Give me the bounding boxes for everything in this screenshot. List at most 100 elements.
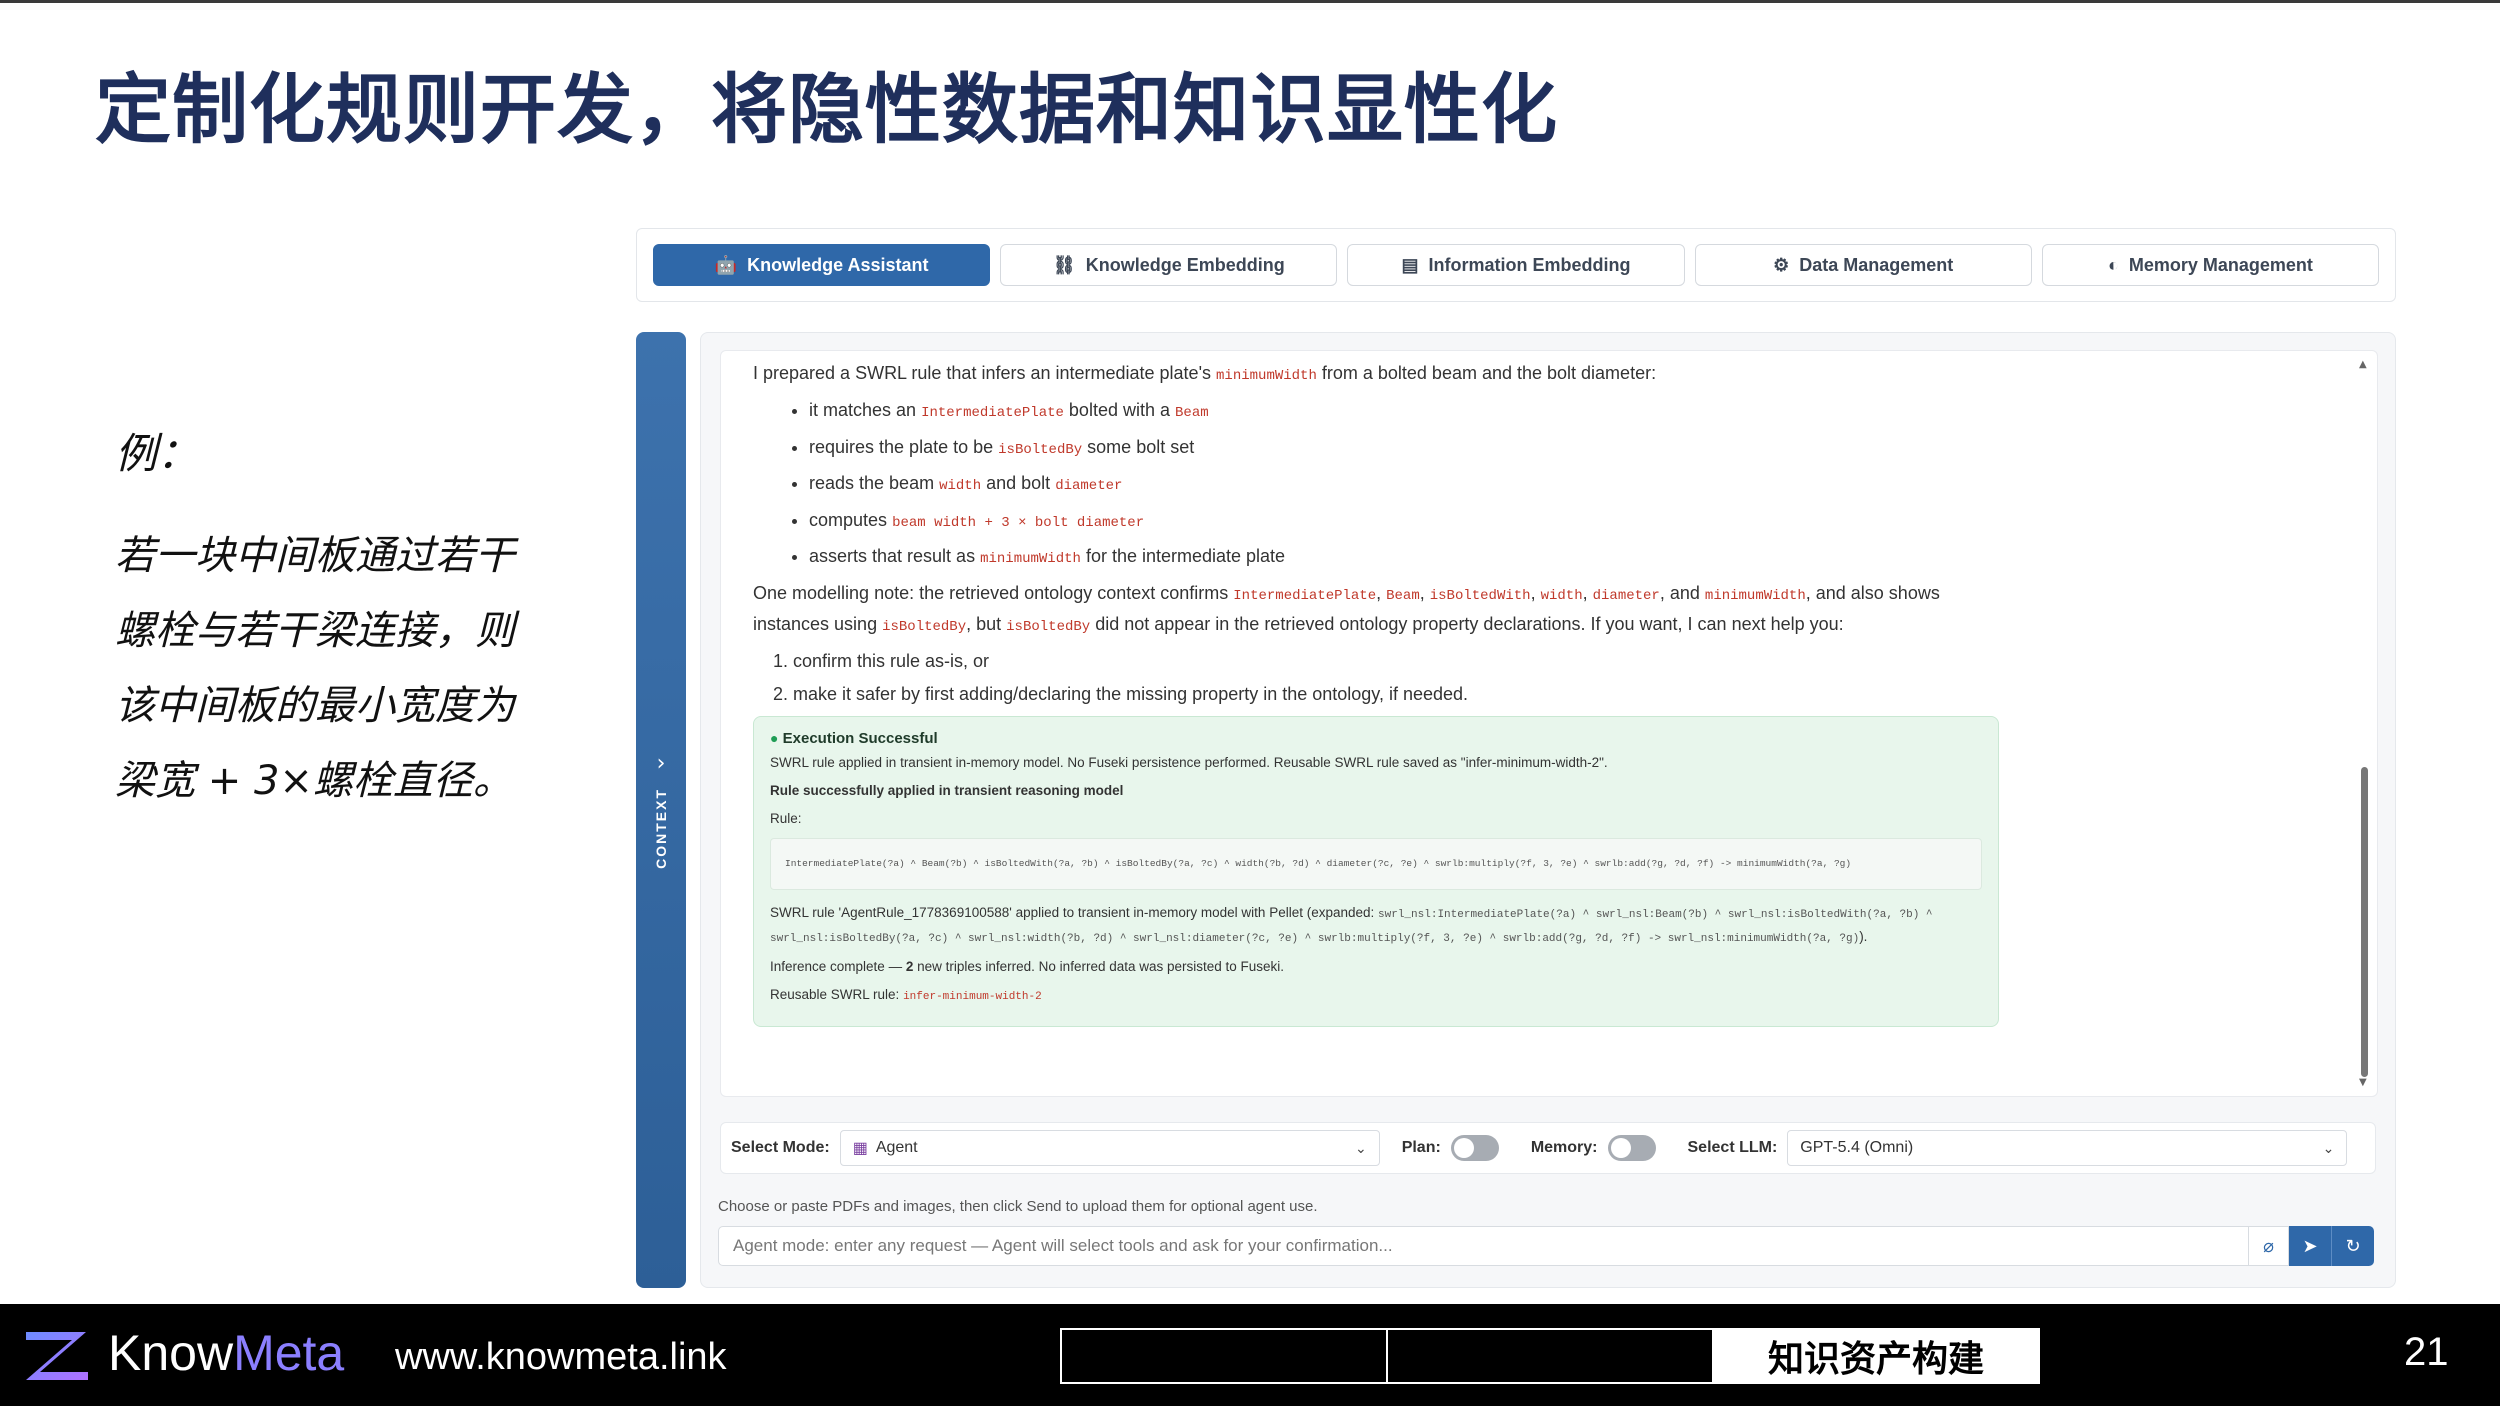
bullet-text: computes bbox=[809, 509, 888, 530]
upload-hint: Choose or paste PDFs and images, then cl… bbox=[718, 1198, 1318, 1215]
context-rail-toggle[interactable]: › CONTEXT bbox=[636, 332, 686, 1288]
rule-label: Rule: bbox=[770, 811, 802, 826]
detail-text: ). bbox=[1859, 929, 1868, 944]
code-term: IntermediatePlate bbox=[1233, 588, 1377, 604]
code-term: isBoltedBy bbox=[998, 441, 1083, 458]
scroll-thumb[interactable] bbox=[2361, 767, 2368, 1077]
note-text: , but bbox=[966, 614, 1002, 634]
plan-label: Plan: bbox=[1401, 1139, 1441, 1156]
note-text: and bbox=[1669, 583, 1700, 603]
paperclip-icon: ⌀ bbox=[2263, 1235, 2274, 1257]
bullet-text: for the intermediate plate bbox=[1085, 546, 1286, 566]
option-list: confirm this rule as-is, or make it safe… bbox=[753, 647, 1993, 708]
tab-label: Memory Management bbox=[2128, 254, 2313, 275]
website-link[interactable]: www.knowmeta.link bbox=[395, 1336, 727, 1379]
brand-know: Know bbox=[108, 1325, 234, 1381]
paper-plane-icon: ➤ bbox=[2302, 1235, 2318, 1257]
section-segment bbox=[1388, 1330, 1714, 1382]
intro-text: I prepared a SWRL rule that infers an in… bbox=[753, 363, 1212, 383]
chevron-right-icon: › bbox=[656, 751, 666, 777]
controls-row: Select Mode: ▦ Agent ⌄ Plan: Memory: Sel… bbox=[720, 1122, 2376, 1174]
agent-icon: ▦ bbox=[852, 1140, 868, 1157]
tab-bar: 🤖 Knowledge Assistant ⛓ Knowledge Embedd… bbox=[636, 228, 2396, 302]
list-item: it matches an IntermediatePlate bolted w… bbox=[809, 396, 1993, 427]
page-number: 21 bbox=[2404, 1330, 2449, 1374]
list-item: computes beam width + 3 × bolt diameter bbox=[809, 506, 1993, 537]
code-term: IntermediatePlate bbox=[921, 405, 1064, 421]
bullet-text: reads the beam bbox=[809, 473, 935, 493]
section-segment bbox=[1062, 1330, 1388, 1382]
example-text: 若一块中间板通过若干 螺栓与若干梁连接，则 该中间板的最小宽度为 梁宽 + 3×… bbox=[115, 519, 575, 819]
inference-text: Inference complete — bbox=[770, 959, 903, 974]
code-term: isBoltedBy bbox=[882, 619, 967, 635]
assistant-message: I prepared a SWRL rule that infers an in… bbox=[753, 359, 1999, 1027]
code-term: Beam bbox=[1175, 405, 1209, 421]
tab-label: Knowledge Assistant bbox=[747, 254, 929, 275]
inference-summary: Inference complete — 2 new triples infer… bbox=[770, 956, 1982, 978]
mode-label: Select Mode: bbox=[731, 1139, 830, 1156]
code-term: diameter bbox=[1592, 588, 1660, 604]
chevron-down-icon: ⌄ bbox=[2322, 1139, 2335, 1156]
send-button[interactable]: ➤ bbox=[2289, 1226, 2331, 1266]
bullet-text: bolted with a bbox=[1068, 400, 1170, 420]
tab-label: Data Management bbox=[1799, 254, 1954, 275]
tab-data-management[interactable]: ⚙ Data Management bbox=[1694, 244, 2032, 286]
rule-bullets: it matches an IntermediatePlate bolted w… bbox=[753, 396, 1993, 573]
mode-value: Agent bbox=[875, 1139, 918, 1156]
memory-toggle[interactable] bbox=[1607, 1135, 1656, 1161]
reusable-rule: Reusable SWRL rule: infer-minimum-width-… bbox=[770, 984, 1982, 1008]
bullet-text: some bolt set bbox=[1087, 436, 1195, 457]
agent-request-input[interactable] bbox=[718, 1226, 2249, 1266]
brand-meta: Meta bbox=[233, 1325, 345, 1381]
brain-icon: ◐ bbox=[2107, 254, 2119, 275]
inferred-count: 2 bbox=[905, 959, 914, 974]
footer: KnowMeta www.knowmeta.link 知识资产构建 21 bbox=[0, 1304, 2500, 1406]
chat-scrollbar[interactable]: ▲ ▼ bbox=[2359, 359, 2369, 1088]
scroll-up-icon[interactable]: ▲ bbox=[2359, 359, 2367, 370]
note-text: One modelling note: the retrieved ontolo… bbox=[753, 583, 1229, 603]
list-item: asserts that result as minimumWidth for … bbox=[809, 542, 1993, 573]
tab-knowledge-assistant[interactable]: 🤖 Knowledge Assistant bbox=[653, 244, 991, 286]
example-label: 例： bbox=[115, 429, 200, 478]
reusable-rule-name: infer-minimum-width-2 bbox=[903, 991, 1042, 1003]
reset-button[interactable]: ↻ bbox=[2331, 1226, 2374, 1266]
tab-knowledge-embedding[interactable]: ⛓ Knowledge Embedding bbox=[1000, 244, 1338, 286]
bullet-text: asserts that result as bbox=[809, 546, 976, 566]
context-label: CONTEXT bbox=[653, 788, 669, 869]
scroll-down-icon[interactable]: ▼ bbox=[2359, 1077, 2367, 1088]
mode-select[interactable]: ▦ Agent ⌄ bbox=[839, 1130, 1380, 1166]
bullet-text: and bolt bbox=[986, 473, 1051, 493]
memory-label: Memory: bbox=[1530, 1139, 1598, 1156]
inference-text: new triples inferred. No inferred data w… bbox=[917, 959, 1285, 974]
example-line: 梁宽 + 3×螺栓直径。 bbox=[115, 758, 513, 804]
llm-value: GPT-5.4 (Omni) bbox=[1800, 1139, 1914, 1156]
execution-detail: SWRL rule 'AgentRule_1778369100588' appl… bbox=[770, 902, 1982, 950]
rule-code-block: IntermediatePlate(?a) ^ Beam(?b) ^ isBol… bbox=[770, 838, 1982, 890]
code-term: beam width + 3 × bolt diameter bbox=[892, 514, 1145, 531]
execution-bold-line: Rule successfully applied in transient r… bbox=[770, 783, 1124, 798]
llm-select[interactable]: GPT-5.4 (Omni) ⌄ bbox=[1787, 1130, 2348, 1166]
network-icon: ⛓ bbox=[1052, 254, 1076, 275]
tab-label: Information Embedding bbox=[1428, 254, 1631, 275]
tab-memory-management[interactable]: ◐ Memory Management bbox=[2041, 244, 2380, 286]
example-line: 若一块中间板通过若干 bbox=[115, 533, 515, 579]
robot-icon: 🤖 bbox=[714, 254, 738, 275]
intro-text: from a bolted beam and the bolt diameter… bbox=[1321, 363, 1657, 383]
execution-status: ● Execution Successful bbox=[770, 727, 1982, 750]
llm-label: Select LLM: bbox=[1687, 1139, 1778, 1156]
code-term: minimumWidth bbox=[1704, 588, 1806, 604]
code-term: minimumWidth bbox=[980, 551, 1081, 567]
note-text: did not appear in the retrieved ontology… bbox=[1095, 614, 1844, 634]
check-circle-icon: ● bbox=[770, 730, 779, 746]
slide-title: 定制化规则开发，将隐性数据和知识显性化 bbox=[95, 65, 1558, 154]
attach-button[interactable]: ⌀ bbox=[2249, 1226, 2289, 1266]
example-line: 螺栓与若干梁连接，则 bbox=[115, 608, 515, 654]
code-term: minimumWidth bbox=[1216, 368, 1317, 384]
list-item: confirm this rule as-is, or bbox=[793, 647, 1993, 675]
section-progress: 知识资产构建 bbox=[1060, 1328, 2040, 1384]
tab-information-embedding[interactable]: ▤ Information Embedding bbox=[1347, 244, 1685, 286]
input-row: ⌀ ➤ ↻ bbox=[718, 1226, 2374, 1266]
code-term: width bbox=[1540, 588, 1583, 604]
chat-area[interactable]: I prepared a SWRL rule that infers an in… bbox=[720, 350, 2378, 1097]
plan-toggle[interactable] bbox=[1450, 1135, 1499, 1161]
